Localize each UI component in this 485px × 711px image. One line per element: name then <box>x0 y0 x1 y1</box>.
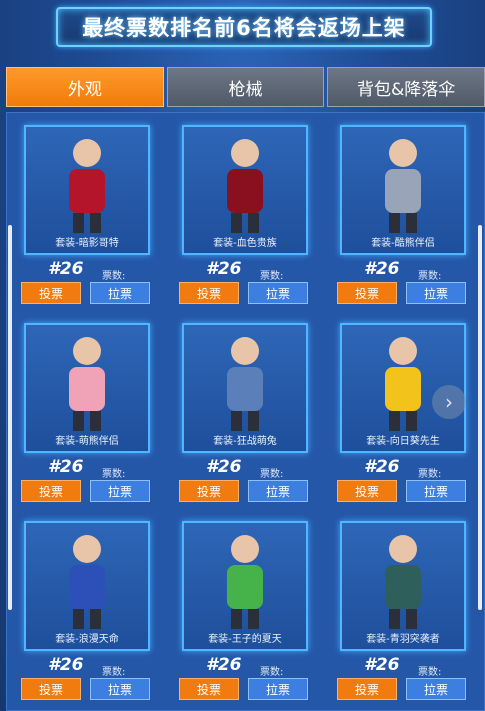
item-name: 套装-狂战萌兔 <box>213 436 277 447</box>
vote-button[interactable]: 投票 <box>21 678 81 700</box>
item-card[interactable]: 套装-青羽突袭者 <box>340 521 466 651</box>
item-name: 套装-暗影哥特 <box>55 238 119 249</box>
character-figure <box>69 337 105 431</box>
rank-number: #26 <box>206 457 242 477</box>
rank-number: #26 <box>48 457 84 477</box>
item-card[interactable]: 套装-浪漫天命 <box>24 521 150 651</box>
scrollbar-right[interactable] <box>478 225 482 610</box>
vote-button[interactable]: 投票 <box>21 480 81 502</box>
vote-count-label: 票数: <box>418 271 442 282</box>
character-figure <box>385 139 421 233</box>
item-name: 套装-血色贵族 <box>213 238 277 249</box>
banner-title: 最终票数排名前6名将会返场上架 <box>82 16 406 40</box>
character-figure <box>69 139 105 233</box>
vote-button[interactable]: 投票 <box>179 480 239 502</box>
canvass-button[interactable]: 拉票 <box>406 480 466 502</box>
tab-appearance[interactable]: 外观 <box>6 67 164 107</box>
canvass-button[interactable]: 拉票 <box>406 282 466 304</box>
rank-number: #26 <box>206 259 242 279</box>
rank-number: #26 <box>364 457 400 477</box>
vote-count-label: 票数: <box>260 469 284 480</box>
tab-weapons[interactable]: 枪械 <box>166 67 325 107</box>
chevron-right-icon: › <box>445 390 453 414</box>
item-card[interactable]: 套装-血色贵族 <box>182 125 308 255</box>
character-figure <box>385 535 421 629</box>
item-name: 套装-浪漫天命 <box>55 634 119 645</box>
character-figure <box>227 139 263 233</box>
next-page-button[interactable]: › <box>432 385 466 419</box>
character-figure <box>69 535 105 629</box>
canvass-button[interactable]: 拉票 <box>248 282 308 304</box>
vote-button[interactable]: 投票 <box>337 480 397 502</box>
vote-button[interactable]: 投票 <box>179 678 239 700</box>
canvass-button[interactable]: 拉票 <box>90 678 150 700</box>
rank-number: #26 <box>206 655 242 675</box>
event-banner: 最终票数排名前6名将会返场上架 <box>56 7 432 47</box>
canvass-button[interactable]: 拉票 <box>248 480 308 502</box>
vote-count-label: 票数: <box>418 469 442 480</box>
character-figure <box>227 535 263 629</box>
item-name: 套装-萌熊伴侣 <box>55 436 119 447</box>
item-card[interactable]: 套装-酷熊伴侣 <box>340 125 466 255</box>
vote-count-label: 票数: <box>102 667 126 678</box>
vote-count-label: 票数: <box>102 271 126 282</box>
item-name: 套装-青羽突袭者 <box>366 634 440 645</box>
item-card[interactable]: 套装-暗影哥特 <box>24 125 150 255</box>
vote-button[interactable]: 投票 <box>337 678 397 700</box>
item-name: 套装-王子的夏天 <box>208 634 282 645</box>
character-figure <box>227 337 263 431</box>
vote-count-label: 票数: <box>260 667 284 678</box>
item-name: 套装-向日葵先生 <box>366 436 440 447</box>
vote-count-label: 票数: <box>260 271 284 282</box>
rank-number: #26 <box>364 259 400 279</box>
canvass-button[interactable]: 拉票 <box>90 282 150 304</box>
item-card[interactable]: 套装-萌熊伴侣 <box>24 323 150 453</box>
character-figure <box>385 337 421 431</box>
item-card[interactable]: 套装-王子的夏天 <box>182 521 308 651</box>
item-name: 套装-酷熊伴侣 <box>371 238 435 249</box>
vote-button[interactable]: 投票 <box>21 282 81 304</box>
vote-button[interactable]: 投票 <box>337 282 397 304</box>
category-tabs: 外观 枪械 背包&降落伞 <box>6 67 485 109</box>
vote-button[interactable]: 投票 <box>179 282 239 304</box>
scrollbar-left[interactable] <box>8 225 12 610</box>
rank-number: #26 <box>48 259 84 279</box>
rank-number: #26 <box>48 655 84 675</box>
item-card[interactable]: 套装-狂战萌兔 <box>182 323 308 453</box>
vote-count-label: 票数: <box>102 469 126 480</box>
canvass-button[interactable]: 拉票 <box>90 480 150 502</box>
canvass-button[interactable]: 拉票 <box>406 678 466 700</box>
vote-count-label: 票数: <box>418 667 442 678</box>
rank-number: #26 <box>364 655 400 675</box>
tab-backpack-parachute[interactable]: 背包&降落伞 <box>327 67 485 107</box>
canvass-button[interactable]: 拉票 <box>248 678 308 700</box>
